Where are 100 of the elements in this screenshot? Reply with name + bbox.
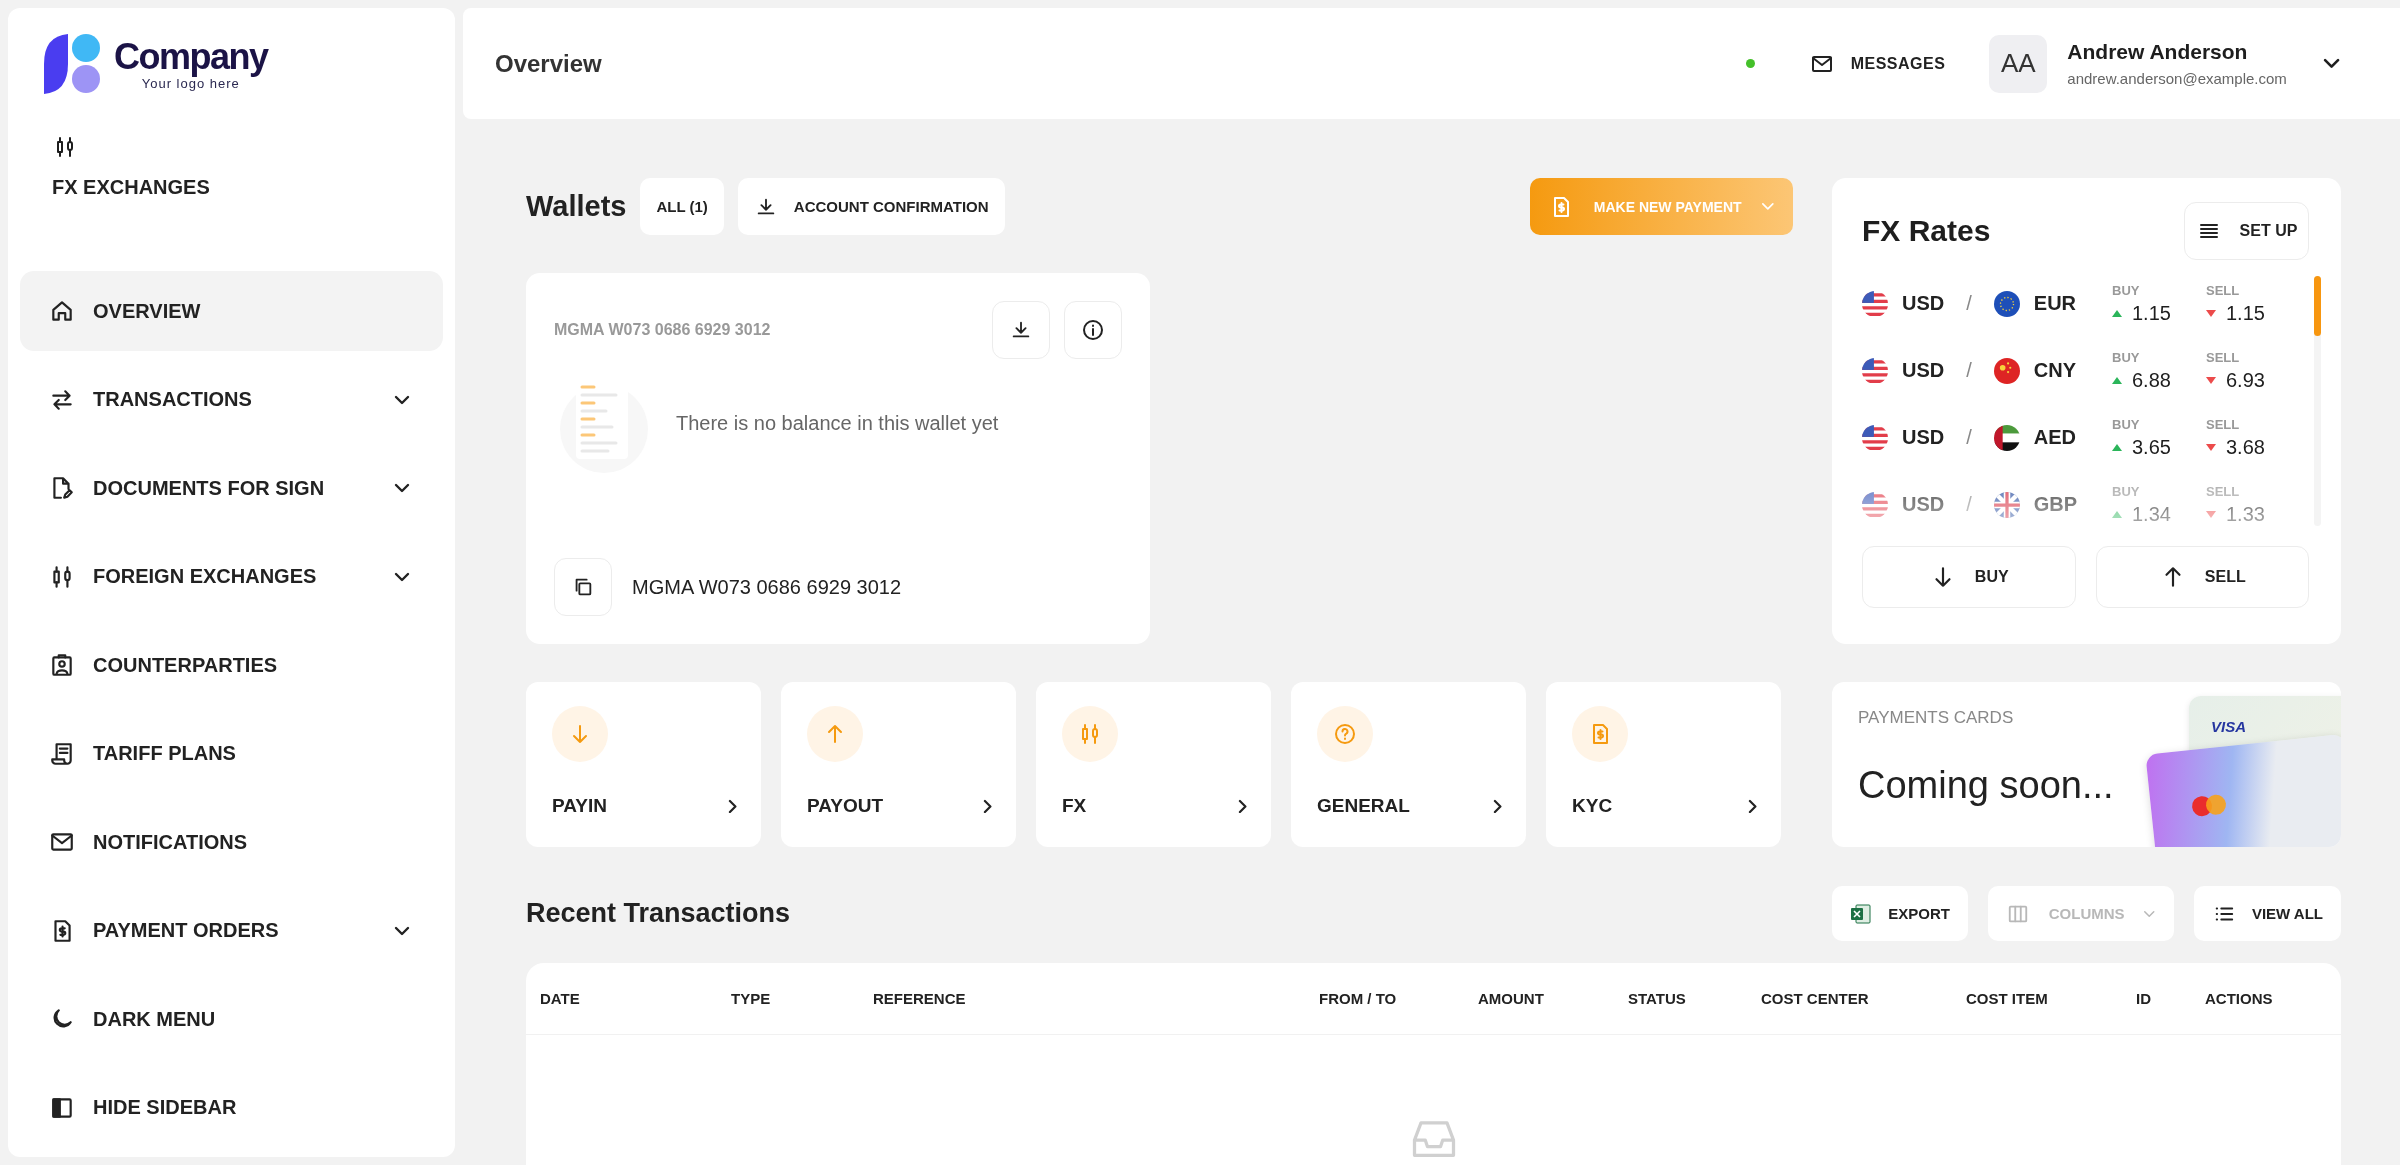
column-header[interactable]: AMOUNT xyxy=(1478,990,1628,1007)
sell-rate: 3.68 xyxy=(2226,435,2265,459)
sidebar-item[interactable]: PAYMENT ORDERS xyxy=(20,890,443,971)
card-title: FX Rates xyxy=(1862,214,1991,248)
down-triangle-icon xyxy=(2206,309,2216,317)
sell-label: SELL xyxy=(2206,282,2241,298)
sidebar-item[interactable]: COUNTERPARTIES xyxy=(20,625,443,705)
down-triangle-icon xyxy=(2206,376,2216,384)
buy-rate: 3.65 xyxy=(2132,435,2171,459)
section-title: Wallets xyxy=(526,190,627,223)
sidebar-item[interactable]: DOCUMENTS FOR SIGN xyxy=(20,448,443,528)
column-header[interactable]: DATE xyxy=(540,990,731,1007)
up-triangle-icon xyxy=(2112,376,2122,384)
currency-code: EUR xyxy=(2033,292,2077,315)
column-header[interactable]: COST ITEM xyxy=(1966,990,2136,1007)
download-button[interactable] xyxy=(992,301,1050,359)
us-flag-icon xyxy=(1862,357,1888,384)
currency-code: GBP xyxy=(2033,493,2078,516)
up-triangle-icon xyxy=(2112,510,2122,518)
us-flag-icon xyxy=(1862,424,1888,451)
buy-rate: 1.34 xyxy=(2132,502,2171,526)
eu-flag-icon xyxy=(1993,290,2020,317)
chevron-right-icon xyxy=(727,798,737,814)
chevron-down-icon xyxy=(394,925,410,936)
currency-code: CNY xyxy=(2033,359,2077,382)
chevron-down-icon xyxy=(394,483,410,493)
currency-code: USD xyxy=(1902,292,1945,315)
sell-rate: 1.15 xyxy=(2226,301,2265,325)
currency-code: USD xyxy=(1902,426,1945,449)
currency-code: USD xyxy=(1902,493,1945,516)
filter-button[interactable]: ALL (1) xyxy=(640,178,724,235)
buy-label: BUY xyxy=(2112,483,2141,499)
uae-flag-icon xyxy=(1993,424,2020,451)
column-header[interactable]: REFERENCE xyxy=(873,990,1319,1007)
section-title: Recent Transactions xyxy=(526,898,792,929)
shortcut-tile[interactable]: FX xyxy=(1036,682,1271,847)
buy-label: BUY xyxy=(2112,416,2141,432)
column-header[interactable]: ACTIONS xyxy=(2205,990,2355,1007)
china-flag-icon xyxy=(1993,357,2020,384)
arrow-down-icon xyxy=(552,706,608,762)
down-triangle-icon xyxy=(2206,443,2216,451)
card-logo-icon xyxy=(2189,792,2229,819)
column-header[interactable]: STATUS xyxy=(1628,990,1761,1007)
page-title: Overview xyxy=(495,49,603,78)
up-triangle-icon xyxy=(2112,309,2122,317)
sidebar-item[interactable]: DARK MENU xyxy=(20,979,443,1059)
chevron-down-icon xyxy=(2322,58,2340,69)
sell-label: SELL xyxy=(2206,483,2241,499)
pair-separator: / xyxy=(1966,493,1972,516)
chevron-down-icon xyxy=(394,394,410,405)
chevron-right-icon xyxy=(982,798,992,814)
column-header[interactable]: FROM / TO xyxy=(1319,990,1478,1007)
user-menu-toggle[interactable] xyxy=(2322,58,2340,69)
column-header[interactable]: COST CENTER xyxy=(1761,990,1966,1007)
sidebar-item[interactable]: HIDE SIDEBAR xyxy=(20,1067,443,1148)
sell-rate: 6.93 xyxy=(2226,368,2265,392)
column-header[interactable]: ID xyxy=(2136,990,2205,1007)
shortcut-tile[interactable]: PAYIN xyxy=(526,682,761,847)
scrollbar-thumb[interactable] xyxy=(2314,276,2321,336)
dollar-document-icon xyxy=(1572,706,1628,762)
view-all-button[interactable]: VIEW ALL xyxy=(2193,886,2341,941)
shortcut-tile[interactable]: PAYOUT xyxy=(781,682,1016,847)
account-confirmation-button[interactable]: ACCOUNT CONFIRMATION xyxy=(737,178,1005,235)
sidebar-item[interactable]: TRANSACTIONS xyxy=(20,359,443,440)
brand-name: Company xyxy=(114,37,268,76)
sidebar-item[interactable]: OVERVIEW xyxy=(20,271,443,351)
pair-separator: / xyxy=(1966,426,1972,449)
chevron-down-icon xyxy=(2143,909,2156,918)
user-name: Andrew Anderson xyxy=(2067,40,2249,64)
card-title: PAYMENTS CARDS xyxy=(1858,708,2015,728)
copy-button[interactable] xyxy=(554,558,612,616)
export-button[interactable]: EXPORT xyxy=(1832,886,1968,941)
buy-label: BUY xyxy=(2112,282,2141,298)
buy-button[interactable]: BUY xyxy=(1862,546,2076,608)
avatar: AA xyxy=(1989,34,2048,93)
currency-code: AED xyxy=(2033,426,2077,449)
setup-button[interactable]: SET UP xyxy=(2184,202,2309,260)
candlestick-icon xyxy=(1062,706,1118,762)
messages-button[interactable]: MESSAGES xyxy=(1800,42,1954,85)
us-flag-icon xyxy=(1862,491,1888,518)
chevron-right-icon xyxy=(1492,798,1502,814)
info-icon xyxy=(1080,317,1106,343)
currency-code: USD xyxy=(1902,359,1945,382)
shortcut-tile[interactable]: GENERAL xyxy=(1291,682,1526,847)
shortcut-tile[interactable]: KYC xyxy=(1546,682,1781,847)
sidebar-item[interactable]: TARIFF PLANS xyxy=(20,713,443,794)
sell-label: SELL xyxy=(2206,416,2241,432)
question-icon xyxy=(1317,706,1373,762)
up-triangle-icon xyxy=(2112,443,2122,451)
column-header[interactable]: TYPE xyxy=(731,990,873,1007)
info-button[interactable] xyxy=(1064,301,1122,359)
sidebar-item[interactable]: NOTIFICATIONS xyxy=(20,802,443,882)
sidebar-item[interactable]: FOREIGN EXCHANGES xyxy=(20,536,443,617)
buy-rate: 1.15 xyxy=(2132,301,2171,325)
buy-label: BUY xyxy=(2112,349,2141,365)
user-email: andrew.anderson@example.com xyxy=(2067,70,2287,87)
sell-button[interactable]: SELL xyxy=(2095,546,2309,608)
sell-label: SELL xyxy=(2206,349,2241,365)
chevron-right-icon xyxy=(1747,798,1757,814)
chevron-down-icon xyxy=(394,571,410,582)
